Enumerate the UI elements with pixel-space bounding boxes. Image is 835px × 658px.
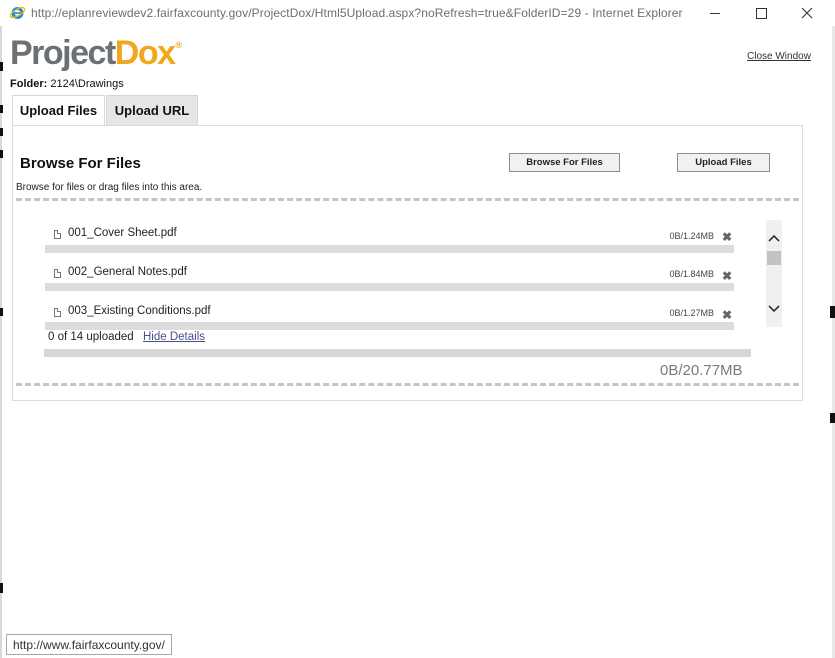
scroll-thumb[interactable] <box>767 251 781 265</box>
background-fragment <box>0 308 3 316</box>
remove-file-icon[interactable]: ✖ <box>722 230 732 244</box>
tab-upload-url[interactable]: Upload URL <box>106 95 198 125</box>
maximize-icon <box>755 7 767 19</box>
folder-label: Folder: <box>10 78 48 90</box>
close-button[interactable] <box>784 0 830 26</box>
file-icon <box>54 269 61 278</box>
minimize-button[interactable] <box>692 0 738 26</box>
background-fragment <box>0 128 3 136</box>
window-left-border <box>0 26 2 658</box>
file-size: 0B/1.27MB <box>669 308 714 318</box>
file-progress-bar <box>45 245 734 253</box>
background-fragment <box>0 62 3 71</box>
file-size: 0B/1.84MB <box>669 269 714 279</box>
hide-details-link[interactable]: Hide Details <box>143 331 205 343</box>
file-name: 002_General Notes.pdf <box>68 266 187 278</box>
scroll-up-icon[interactable] <box>766 230 782 246</box>
background-fragment <box>830 413 835 423</box>
background-fragment <box>830 306 835 318</box>
background-fragment <box>0 583 3 593</box>
remove-file-icon[interactable]: ✖ <box>722 308 732 322</box>
folder-value: 2124\Drawings <box>50 78 124 90</box>
file-name: 001_Cover Sheet.pdf <box>68 227 177 239</box>
browse-title: Browse For Files <box>20 155 141 172</box>
file-name: 003_Existing Conditions.pdf <box>68 305 211 317</box>
internet-explorer-icon <box>9 6 26 19</box>
tab-upload-files[interactable]: Upload Files <box>12 95 105 125</box>
file-icon <box>54 308 61 317</box>
file-progress-bar <box>45 322 734 330</box>
logo-part-project: Project <box>10 34 116 72</box>
total-progress-bar <box>44 349 751 357</box>
total-size: 0B/20.77MB <box>660 362 743 379</box>
folder-path: Folder: 2124\Drawings <box>10 78 124 90</box>
background-fragment <box>0 105 3 113</box>
upload-files-button[interactable]: Upload Files <box>677 153 770 172</box>
browse-hint: Browse for files or drag files into this… <box>16 182 203 193</box>
browse-for-files-button[interactable]: Browse For Files <box>509 153 620 172</box>
background-fragment <box>0 150 3 158</box>
file-size: 0B/1.24MB <box>669 231 714 241</box>
remove-file-icon[interactable]: ✖ <box>722 269 732 283</box>
projectdox-logo: ProjectDox® <box>10 34 183 73</box>
minimize-icon <box>710 12 720 14</box>
file-progress-bar <box>45 283 734 291</box>
window-title: http://eplanreviewdev2.fairfaxcounty.gov… <box>31 6 683 20</box>
file-icon <box>54 230 61 239</box>
logo-registered-mark: ® <box>175 40 183 50</box>
scroll-down-icon[interactable] <box>766 301 782 317</box>
logo-part-dox: Dox <box>114 34 176 72</box>
drop-zone-bottom-border <box>16 383 799 386</box>
upload-count: 0 of 14 uploaded <box>48 331 134 343</box>
maximize-button[interactable] <box>738 0 784 26</box>
close-window-link[interactable]: Close Window <box>747 51 811 62</box>
drop-zone-top-border <box>16 198 799 201</box>
status-bar-url: http://www.fairfaxcounty.gov/ <box>6 634 172 655</box>
close-icon <box>801 7 813 19</box>
